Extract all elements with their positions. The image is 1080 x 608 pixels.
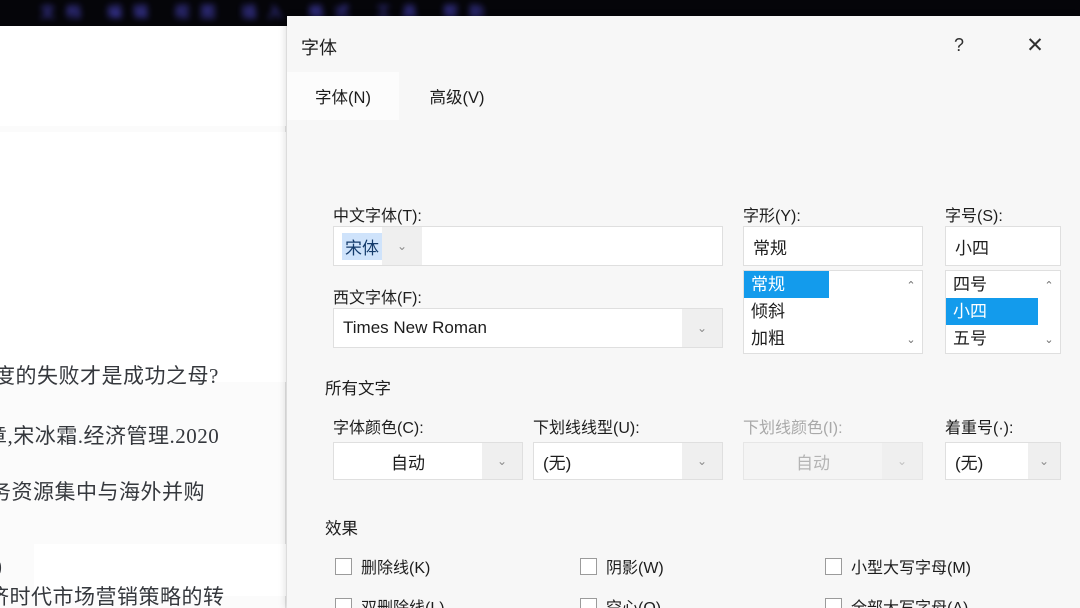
- emphasis-label: 着重号(·):: [945, 420, 1014, 437]
- underline-style-combo[interactable]: (无) ⌄: [533, 442, 723, 480]
- western-font-label: 西文字体(F):: [333, 290, 422, 307]
- document-line: 务资源集中与海外并购: [0, 480, 205, 504]
- underline-color-label: 下划线颜色(I):: [743, 420, 843, 437]
- chevron-down-icon: ⌄: [882, 443, 922, 479]
- checkbox-label: 全部大写字母(A): [851, 594, 968, 608]
- tab-advanced[interactable]: 高级(V): [399, 72, 515, 120]
- dialog-titlebar: 字体 ? ✕: [287, 16, 1080, 72]
- screen-root: 文档 编辑 视图 插入 格式 工具 帮助 度的失败才是成功之母? 章,宋冰霜.经…: [0, 0, 1080, 608]
- checkbox-box[interactable]: [825, 597, 842, 608]
- checkbox-label: 双删除线(L): [361, 594, 445, 608]
- checkbox-double-strikethrough[interactable]: 双删除线(L): [335, 594, 445, 608]
- checkbox-label: 小型大写字母(M): [851, 560, 971, 577]
- chevron-down-icon[interactable]: ⌄: [382, 227, 422, 265]
- list-item[interactable]: 小四: [946, 298, 1038, 325]
- list-item[interactable]: 加粗: [744, 325, 900, 352]
- document-line: 6): [0, 554, 276, 579]
- font-color-label: 字体颜色(C):: [333, 420, 424, 437]
- font-style-list-items: 常规 倾斜 加粗: [744, 271, 900, 353]
- font-style-value: 常规: [753, 238, 787, 258]
- chevron-down-icon[interactable]: ⌄: [682, 309, 722, 347]
- chinese-font-label: 中文字体(T):: [333, 208, 422, 225]
- checkbox-box[interactable]: [335, 557, 352, 575]
- checkbox-box[interactable]: [825, 557, 842, 575]
- checkbox-small-caps[interactable]: 小型大写字母(M): [825, 554, 971, 578]
- font-style-label: 字形(Y):: [743, 208, 801, 225]
- checkbox-label: 空心(Q): [606, 594, 661, 608]
- font-color-value: 自动: [391, 453, 425, 473]
- chevron-down-icon[interactable]: ⌄: [1028, 443, 1060, 479]
- checkbox-outline[interactable]: 空心(Q): [580, 594, 661, 608]
- checkbox-label: 阴影(W): [606, 560, 664, 577]
- list-item[interactable]: 常规: [744, 271, 829, 298]
- chinese-font-combo[interactable]: 宋体 ⌄: [333, 226, 723, 266]
- scroll-up-icon[interactable]: ⌃: [900, 276, 922, 294]
- emphasis-combo[interactable]: (无) ⌄: [945, 442, 1061, 480]
- scroll-down-icon[interactable]: ⌄: [900, 330, 922, 348]
- dialog-body: 中文字体(T): 字形(Y): 字号(S): 宋体 ⌄ 常规 小四 西文字体(F…: [287, 120, 1080, 608]
- western-font-combo[interactable]: Times New Roman ⌄: [333, 308, 723, 348]
- list-item[interactable]: 五号: [946, 325, 1038, 352]
- checkbox-box[interactable]: [580, 557, 597, 575]
- underline-color-value: 自动: [796, 453, 830, 473]
- emphasis-value: (无): [955, 453, 984, 473]
- font-size-label: 字号(S):: [945, 208, 1003, 225]
- tab-font[interactable]: 字体(N): [287, 72, 399, 120]
- dialog-tabstrip: 字体(N) 高级(V): [287, 72, 1080, 120]
- checkbox-box[interactable]: [335, 597, 352, 608]
- document-line: 度的失败才是成功之母?: [0, 364, 219, 388]
- font-dialog: 字体 ? ✕ 字体(N) 高级(V) 中文字体(T): 字形(Y): 字号(S)…: [287, 16, 1080, 608]
- font-style-combo[interactable]: 常规: [743, 226, 923, 266]
- font-size-listbox[interactable]: 四号 小四 五号 ⌃ ⌄: [945, 270, 1061, 354]
- dialog-title: 字体: [301, 38, 337, 58]
- help-icon[interactable]: ?: [936, 28, 982, 62]
- close-icon[interactable]: ✕: [1012, 28, 1058, 62]
- all-text-section-header: 所有文字: [325, 380, 391, 398]
- font-size-value: 小四: [955, 238, 989, 258]
- font-size-scrollbar[interactable]: ⌃ ⌄: [1038, 271, 1060, 353]
- document-background: 度的失败才是成功之母? 章,宋冰霜.经济管理.2020 务资源集中与海外并购 6…: [0, 26, 300, 608]
- font-color-combo[interactable]: 自动 ⌄: [333, 442, 523, 480]
- font-size-combo[interactable]: 小四: [945, 226, 1061, 266]
- checkbox-strikethrough[interactable]: 删除线(K): [335, 554, 430, 578]
- scroll-up-icon[interactable]: ⌃: [1038, 276, 1060, 294]
- list-item[interactable]: 倾斜: [744, 298, 900, 325]
- list-item[interactable]: 四号: [946, 271, 1038, 298]
- chevron-down-icon[interactable]: ⌄: [682, 443, 722, 479]
- document-line: 章,宋冰霜.经济管理.2020: [0, 424, 220, 448]
- western-font-value: Times New Roman: [343, 318, 487, 337]
- font-style-scrollbar[interactable]: ⌃ ⌄: [900, 271, 922, 353]
- effects-section-header: 效果: [325, 520, 358, 538]
- document-line: 济时代市场营销策略的转: [0, 585, 225, 608]
- chevron-down-icon[interactable]: ⌄: [482, 443, 522, 479]
- underline-style-label: 下划线线型(U):: [533, 420, 640, 437]
- font-size-list-items: 四号 小四 五号: [946, 271, 1038, 353]
- underline-style-value: (无): [543, 453, 572, 473]
- chinese-font-value: 宋体: [342, 232, 382, 260]
- checkbox-all-caps[interactable]: 全部大写字母(A): [825, 594, 968, 608]
- font-style-listbox[interactable]: 常规 倾斜 加粗 ⌃ ⌄: [743, 270, 923, 354]
- checkbox-shadow[interactable]: 阴影(W): [580, 554, 664, 578]
- checkbox-label: 删除线(K): [361, 560, 431, 577]
- checkbox-box[interactable]: [580, 597, 597, 608]
- underline-color-combo: 自动 ⌄: [743, 442, 923, 480]
- document-page: 度的失败才是成功之母? 章,宋冰霜.经济管理.2020 务资源集中与海外并购 6…: [0, 26, 286, 608]
- scroll-down-icon[interactable]: ⌄: [1038, 330, 1060, 348]
